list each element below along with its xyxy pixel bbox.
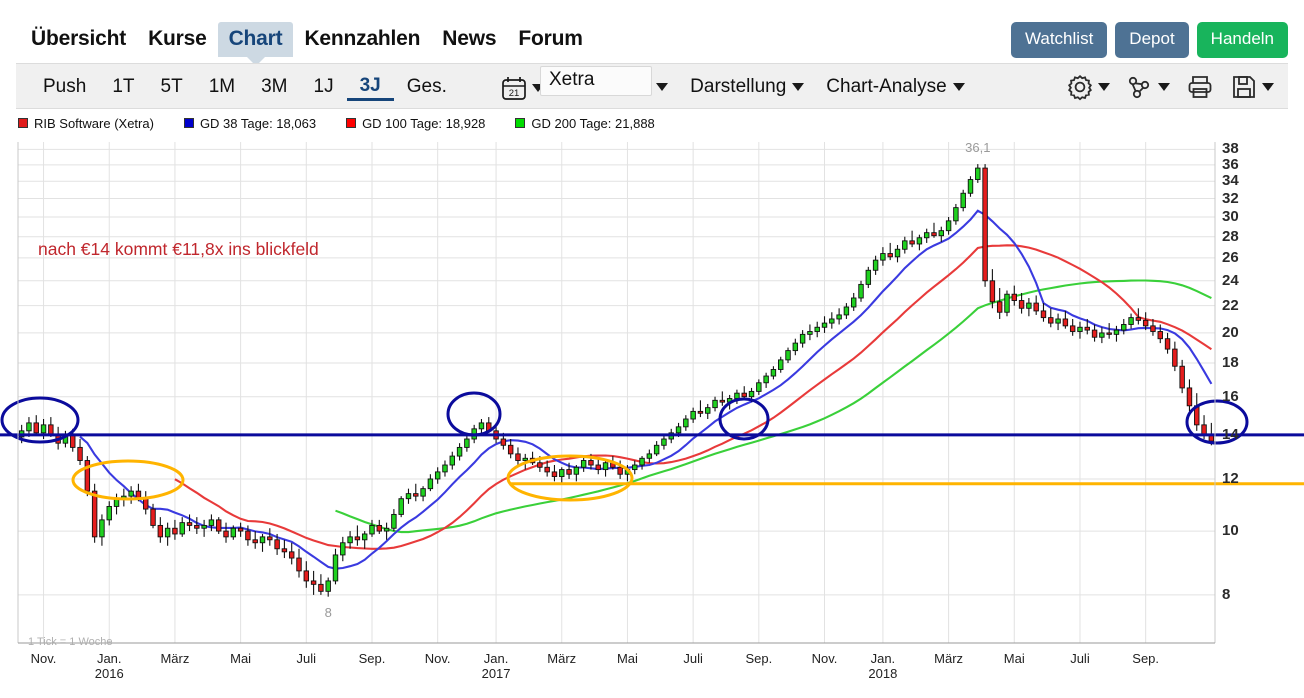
y-tick-label: 24 xyxy=(1222,271,1239,289)
timeframe-ges[interactable]: Ges. xyxy=(394,74,460,100)
printer-icon xyxy=(1188,76,1212,98)
x-tick-year: 2016 xyxy=(94,666,124,681)
legend-label: GD 38 Tage: 18,063 xyxy=(199,115,317,131)
chart-canvas-area: nach €14 kommt €11,8x ins blickfeld 36,1 8… xyxy=(0,138,1304,698)
chevron-down-icon xyxy=(1262,83,1274,91)
chart-page: Übersicht Kurse Chart Kennzahlen News Forum W… xyxy=(0,0,1304,698)
calendar-icon: 21 xyxy=(502,77,526,100)
indicator-nodes-icon xyxy=(1128,76,1150,99)
menu-chartanalyse[interactable]: Chart-Analyse xyxy=(826,76,965,98)
y-tick-label: 8 xyxy=(1222,585,1231,603)
print-button[interactable] xyxy=(1186,73,1214,101)
y-tick-label: 18 xyxy=(1222,354,1239,372)
nav-tab-forum[interactable]: Forum xyxy=(507,22,593,57)
legend-label: GD 200 Tage: 21,888 xyxy=(531,115,655,131)
menu-label: Darstellung xyxy=(690,76,787,97)
svg-text:21: 21 xyxy=(509,88,520,99)
y-tick-label: 16 xyxy=(1222,387,1239,405)
legend-color-swatch xyxy=(18,118,28,128)
timeframe-3m[interactable]: 3M xyxy=(248,74,300,100)
chevron-down-icon xyxy=(1098,83,1110,91)
y-tick-label: 38 xyxy=(1222,140,1239,158)
y-tick-label: 28 xyxy=(1222,227,1239,245)
nav-tab-kennzahlen[interactable]: Kennzahlen xyxy=(293,22,431,57)
plot-background xyxy=(18,142,1215,625)
legend-item: RIB Software (Xetra) xyxy=(18,116,154,131)
x-tick-month: Sep. xyxy=(1132,651,1160,666)
legend-item: GD 200 Tage: 21,888 xyxy=(515,115,655,131)
save-button[interactable] xyxy=(1230,73,1274,101)
y-tick-label: 12 xyxy=(1222,469,1239,487)
toolbar-icon-buttons xyxy=(1066,64,1274,110)
watchlist-button[interactable]: Watchlist xyxy=(1010,22,1108,58)
timeframe-buttons: Push 1T 5T 1M 3M 1J 3J Ges. xyxy=(30,64,460,110)
save-floppy-icon xyxy=(1233,76,1255,98)
legend-item: GD 100 Tage: 18,928 xyxy=(346,116,485,131)
chevron-down-icon xyxy=(952,83,965,91)
y-tick-label: 10 xyxy=(1222,522,1239,540)
handeln-button[interactable]: Handeln xyxy=(1196,22,1288,58)
nav-tab-chart[interactable]: Chart xyxy=(217,22,294,66)
settings-button[interactable] xyxy=(1066,73,1110,101)
depot-button[interactable]: Depot xyxy=(1115,22,1189,58)
nav-action-buttons: Watchlist Depot Handeln xyxy=(1010,22,1288,58)
timeframe-3j[interactable]: 3J xyxy=(346,73,394,101)
x-tick-year: 2017 xyxy=(481,666,511,681)
legend-label: RIB Software (Xetra) xyxy=(34,115,154,131)
legend-color-swatch xyxy=(346,118,357,128)
calendar-picker[interactable]: 21 xyxy=(501,75,544,101)
timeframe-1j[interactable]: 1J xyxy=(301,74,347,100)
timeframe-1m[interactable]: 1M xyxy=(196,74,248,100)
nav-tab-bersicht[interactable]: Übersicht xyxy=(20,22,137,57)
chevron-down-icon xyxy=(656,83,669,91)
nav-tab-kurse[interactable]: Kurse xyxy=(137,22,218,57)
chevron-down-icon xyxy=(1158,83,1170,91)
main-nav-tabs: Übersicht Kurse Chart Kennzahlen News Forum xyxy=(20,22,594,66)
chart-annotation-text: nach €14 kommt €11,8x ins blickfeld xyxy=(38,239,319,259)
y-tick-label: 34 xyxy=(1222,172,1239,190)
timeframe-1t[interactable]: 1T xyxy=(99,74,147,100)
y-tick-label: 14 xyxy=(1222,425,1239,443)
y-tick-label: 32 xyxy=(1222,189,1239,207)
chart-legend: RIB Software (Xetra) GD 38 Tage: 18,063 GD… xyxy=(18,113,655,133)
gear-icon xyxy=(1067,74,1093,101)
top-navbar: Übersicht Kurse Chart Kennzahlen News Forum W… xyxy=(0,0,1304,66)
indicators-button[interactable] xyxy=(1126,73,1170,101)
y-tick-label: 36 xyxy=(1222,155,1239,173)
y-tick-label: 22 xyxy=(1222,296,1239,314)
y-tick-label: 20 xyxy=(1222,323,1239,341)
nav-tab-news[interactable]: News xyxy=(431,22,507,57)
x-tick-label: Sep. xyxy=(1106,651,1186,666)
legend-label: GD 100 Tage: 18,928 xyxy=(362,115,486,131)
menu-label: Chart-Analyse xyxy=(826,76,947,97)
price-chart[interactable]: nach €14 kommt €11,8x ins blickfeld 36,1 8 xyxy=(0,138,1304,698)
tick-note: 1 Tick = 1 Woche xyxy=(28,636,113,648)
legend-item: GD 38 Tage: 18,063 xyxy=(183,115,317,131)
y-tick-label: 30 xyxy=(1222,208,1239,225)
menu-darstellung[interactable]: Darstellung xyxy=(690,76,805,98)
x-tick-year: 2018 xyxy=(868,666,898,681)
timeframe-push[interactable]: Push xyxy=(30,74,99,100)
chart-low-label: 8 xyxy=(325,605,332,620)
timeframe-5t[interactable]: 5T xyxy=(148,74,196,100)
legend-color-swatch xyxy=(183,118,194,128)
exchange-select[interactable]: Xetra xyxy=(540,66,652,96)
chevron-down-icon xyxy=(792,83,805,91)
y-tick-label: 26 xyxy=(1222,248,1239,266)
chart-toolbar: Push1T5T1M3M1J3JGes. 21 VergleichDarstel… xyxy=(16,63,1288,109)
legend-color-swatch xyxy=(515,118,526,128)
chart-high-label: 36,1 xyxy=(965,140,990,155)
